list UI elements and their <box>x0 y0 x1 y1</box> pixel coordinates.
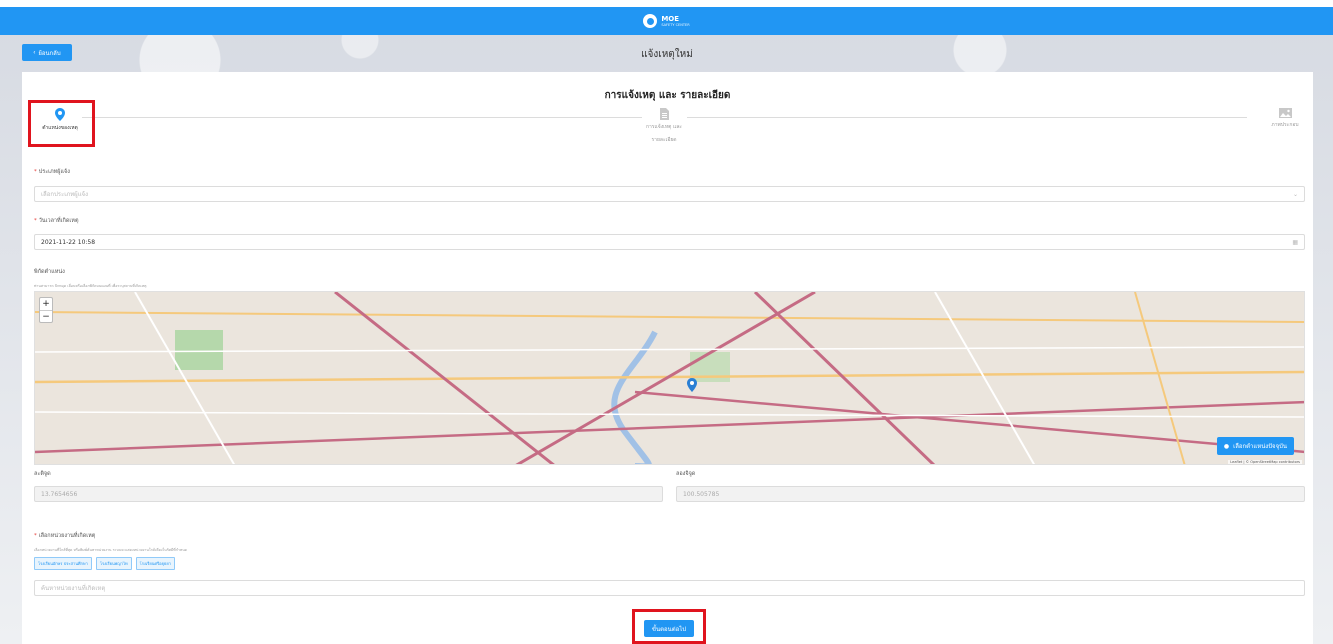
highlight-next-button <box>632 609 706 644</box>
form-title: การแจ้งเหตุ และ รายละเอียด <box>604 90 731 101</box>
map-zoom-control: + − <box>39 297 53 323</box>
unit-hint: เลือกหน่วยงานที่ใกล้ที่สุด หรือพิมพ์ค้นห… <box>34 548 187 552</box>
step-images-label: ภาพประกอบ <box>1271 122 1299 128</box>
unit-search-input[interactable]: ค้นหาหน่วยงานที่เกิดเหตุ <box>34 580 1305 596</box>
image-icon <box>1278 108 1292 118</box>
step-divider <box>82 117 642 118</box>
latitude-input: 13.7654656 <box>34 486 663 502</box>
current-location-button[interactable]: ● เลือกตำแหน่งปัจจุบัน <box>1216 437 1294 455</box>
longitude-input: 100.505785 <box>676 486 1305 502</box>
report-form-card: การแจ้งเหตุ และ รายละเอียด ตำแหน่งของเหต… <box>22 72 1313 644</box>
highlight-step-location <box>28 100 95 147</box>
calendar-icon: ▦ <box>1292 239 1298 246</box>
required-mark: * <box>34 218 37 224</box>
location-label: พิกัดตำแหน่ง <box>34 269 65 275</box>
datetime-input[interactable]: 2021-11-22 10:58 ▦ <box>34 234 1305 250</box>
page-title: แจ้งเหตุใหม่ <box>641 49 693 60</box>
chevron-down-icon: ⌄ <box>1292 191 1298 198</box>
reporter-type-label: * ประเภทผู้แจ้ง <box>34 169 70 175</box>
top-strip <box>0 0 1333 7</box>
document-icon <box>659 108 669 120</box>
step-details-label-1: การแจ้งเหตุ และ <box>646 124 682 130</box>
step-divider <box>687 117 1247 118</box>
unit-suggestions: โรงเรียนอักษร ประสานศึกษา โรงเรียนพญาไท … <box>34 557 175 570</box>
required-mark: * <box>34 169 37 175</box>
step-details-label-2: รายละเอียด <box>651 137 677 143</box>
location-hint: ท่านสามารถ ปักหมุด เลื่อนหรือเลือกพิกัดบ… <box>34 284 147 288</box>
unit-tag[interactable]: โรงเรียนศรีอยุธยา <box>135 557 175 570</box>
logo-emblem-icon <box>643 14 658 28</box>
location-map[interactable]: + − ● เลือกตำแหน่งปัจจุบัน Leaflet | © O… <box>34 291 1305 465</box>
step-images[interactable]: ภาพประกอบ <box>1260 108 1310 129</box>
latitude-label: ละติจูด <box>34 471 51 477</box>
unit-tag[interactable]: โรงเรียนพญาไท <box>95 557 132 570</box>
brand-logo: MOE SAFETY CENTER <box>643 14 690 28</box>
location-pin-icon: ● <box>1223 442 1230 450</box>
map-tiles <box>35 292 1304 464</box>
zoom-in-button[interactable]: + <box>40 298 52 310</box>
zoom-out-button[interactable]: − <box>40 310 52 322</box>
unit-label: * เลือกหน่วยงานที่เกิดเหตุ <box>34 533 96 539</box>
map-marker-icon[interactable] <box>687 378 697 392</box>
required-mark: * <box>34 533 37 539</box>
unit-tag[interactable]: โรงเรียนอักษร ประสานศึกษา <box>34 557 92 570</box>
brand-tagline: SAFETY CENTER <box>661 22 690 27</box>
brand-name: MOE <box>661 14 680 23</box>
datetime-label: * วันเวลาที่เกิดเหตุ <box>34 218 79 224</box>
step-details[interactable]: การแจ้งเหตุ และ รายละเอียด <box>634 108 694 144</box>
page-header: ‹ ย้อนกลับ แจ้งเหตุใหม่ <box>22 44 1312 64</box>
longitude-label: ลองจิจูด <box>676 471 696 477</box>
step-indicator: ตำแหน่งของเหตุ การแจ้งเหตุ และ รายละเอีย… <box>22 108 1313 158</box>
map-attribution: Leaflet | © OpenStreetMap contributors <box>1228 460 1302 464</box>
reporter-type-select[interactable]: เลือกประเภทผู้แจ้ง ⌄ <box>34 186 1305 202</box>
top-bar: MOE SAFETY CENTER <box>0 7 1333 35</box>
